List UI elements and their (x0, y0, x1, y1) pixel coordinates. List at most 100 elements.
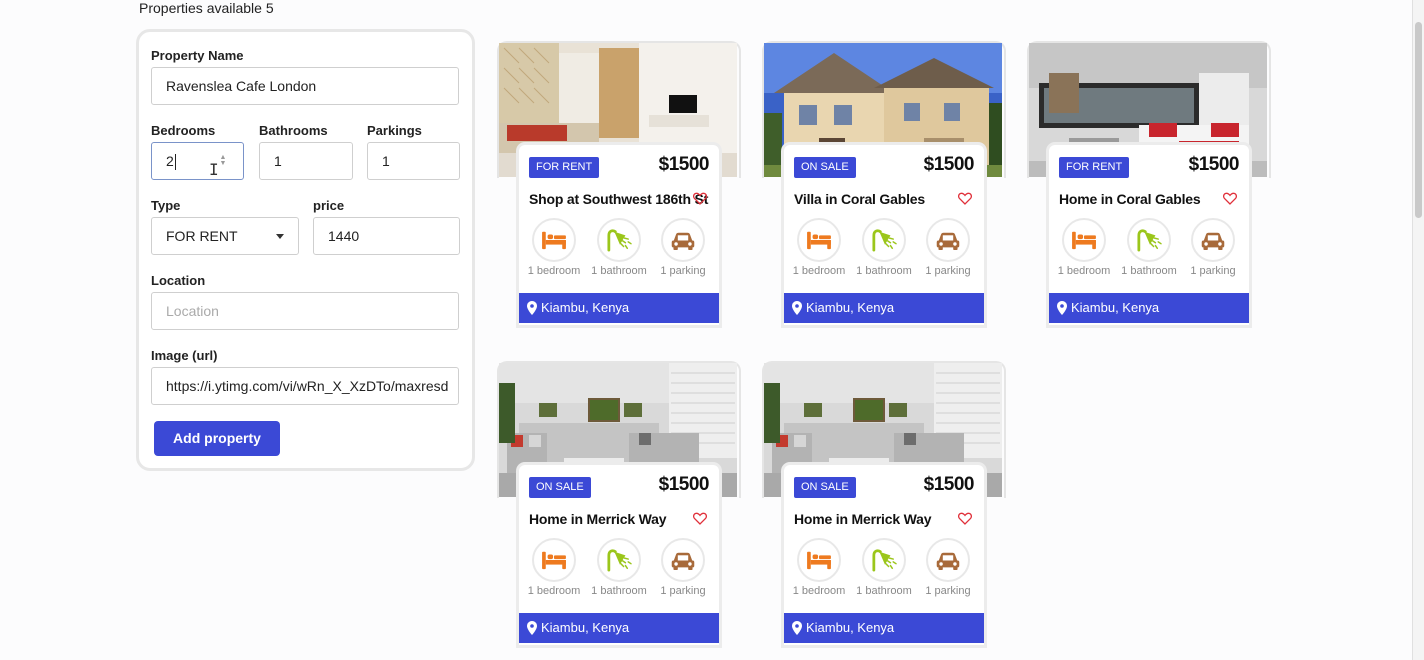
listing-type-badge: ON SALE (794, 157, 856, 178)
bedroom-count: 1 bedroom (527, 265, 581, 277)
add-property-form: Property Name Ravenslea Cafe London Bedr… (136, 29, 475, 471)
bedroom-feature: 1 bedroom (524, 538, 584, 597)
card-info-panel: FOR RENT $1500 Home in Coral Gables 1 be… (1049, 145, 1249, 325)
map-pin-icon (527, 621, 537, 635)
text-caret (174, 154, 176, 171)
property-card[interactable]: ON SALE $1500 Home in Merrick Way 1 bedr… (497, 361, 741, 646)
bedroom-count: 1 bedroom (527, 585, 581, 597)
parking-count: 1 parking (660, 585, 706, 597)
parking-count: 1 parking (1190, 265, 1236, 277)
card-info-panel: ON SALE $1500 Villa in Coral Gables 1 be… (784, 145, 984, 325)
bedrooms-input[interactable]: 2 I ▲ ▼ (151, 142, 244, 180)
type-label: Type (151, 198, 181, 213)
parking-feature: 1 parking (653, 538, 713, 597)
listing-type-badge: FOR RENT (1059, 157, 1130, 178)
text-cursor-icon: I (209, 160, 219, 179)
price-input[interactable]: 1440 (313, 217, 460, 255)
bedroom-feature: 1 bedroom (1054, 218, 1114, 277)
map-pin-icon (792, 301, 802, 315)
parking-feature: 1 parking (1183, 218, 1243, 277)
bed-icon (805, 229, 833, 251)
property-title[interactable]: Home in Merrick Way (794, 511, 931, 527)
bed-icon (540, 229, 568, 251)
parkings-label: Parkings (367, 123, 422, 138)
bathrooms-label: Bathrooms (259, 123, 328, 138)
property-price: $1500 (923, 474, 975, 495)
bedroom-feature: 1 bedroom (524, 218, 584, 277)
bathroom-count: 1 bathroom (856, 265, 912, 277)
card-info-panel: FOR RENT $1500 Shop at Southwest 186th S… (519, 145, 719, 325)
image-url-input[interactable]: https://i.ytimg.com/vi/wRn_X_XzDTo/maxre… (151, 367, 459, 405)
property-card[interactable]: ON SALE $1500 Villa in Coral Gables 1 be… (762, 41, 1006, 326)
property-price: $1500 (658, 474, 710, 495)
image-url-label: Image (url) (151, 348, 218, 363)
heart-icon[interactable] (693, 512, 707, 525)
property-title[interactable]: Villa in Coral Gables (794, 191, 925, 207)
card-info-panel: ON SALE $1500 Home in Merrick Way 1 bedr… (784, 465, 984, 645)
location-bar: Kiambu, Kenya (784, 293, 984, 323)
property-price: $1500 (923, 154, 975, 175)
scrollbar-thumb[interactable] (1415, 22, 1422, 218)
parkings-input[interactable]: 1 (367, 142, 460, 180)
shower-icon (605, 548, 633, 572)
bathroom-feature: 1 bathroom (854, 218, 914, 277)
property-title[interactable]: Shop at Southwest 186th St (529, 191, 708, 207)
listing-type-badge: FOR RENT (529, 157, 600, 178)
listing-type-badge: ON SALE (794, 477, 856, 498)
add-property-button[interactable]: Add property (154, 421, 280, 456)
parking-count: 1 parking (660, 265, 706, 277)
car-icon (670, 230, 696, 251)
bathroom-count: 1 bathroom (1121, 265, 1177, 277)
property-title[interactable]: Home in Merrick Way (529, 511, 666, 527)
location-bar: Kiambu, Kenya (1049, 293, 1249, 323)
property-title[interactable]: Home in Coral Gables (1059, 191, 1201, 207)
car-icon (935, 230, 961, 251)
bathroom-feature: 1 bathroom (589, 538, 649, 597)
property-name-label: Property Name (151, 48, 244, 63)
parking-feature: 1 parking (918, 538, 978, 597)
heart-icon[interactable] (1223, 192, 1237, 205)
location-input[interactable]: Location (151, 292, 459, 330)
parking-count: 1 parking (925, 265, 971, 277)
type-select[interactable]: FOR RENT (151, 217, 299, 255)
map-pin-icon (527, 301, 537, 315)
location-bar: Kiambu, Kenya (519, 293, 719, 323)
shower-icon (605, 228, 633, 252)
heart-icon[interactable] (958, 512, 972, 525)
bedroom-feature: 1 bedroom (789, 218, 849, 277)
property-price: $1500 (658, 154, 710, 175)
bathroom-count: 1 bathroom (856, 585, 912, 597)
bedroom-feature: 1 bedroom (789, 538, 849, 597)
listing-type-badge: ON SALE (529, 477, 591, 498)
bathroom-feature: 1 bathroom (589, 218, 649, 277)
heart-icon[interactable] (693, 192, 707, 205)
bed-icon (1070, 229, 1098, 251)
number-spinner-icon[interactable]: ▲ ▼ (219, 154, 227, 167)
parking-feature: 1 parking (918, 218, 978, 277)
shower-icon (870, 548, 898, 572)
property-card[interactable]: FOR RENT $1500 Shop at Southwest 186th S… (497, 41, 741, 326)
property-price: $1500 (1188, 154, 1240, 175)
location-text: Kiambu, Kenya (806, 620, 895, 635)
heart-icon[interactable] (958, 192, 972, 205)
bedroom-count: 1 bedroom (792, 585, 846, 597)
car-icon (935, 550, 961, 571)
location-bar: Kiambu, Kenya (519, 613, 719, 643)
location-label: Location (151, 273, 206, 288)
shower-icon (1135, 228, 1163, 252)
location-text: Kiambu, Kenya (541, 300, 630, 315)
location-text: Kiambu, Kenya (806, 300, 895, 315)
car-icon (1200, 230, 1226, 251)
location-text: Kiambu, Kenya (1071, 300, 1160, 315)
bedroom-count: 1 bedroom (792, 265, 846, 277)
location-text: Kiambu, Kenya (541, 620, 630, 635)
bathrooms-input[interactable]: 1 (259, 142, 353, 180)
car-icon (670, 550, 696, 571)
property-name-input[interactable]: Ravenslea Cafe London (151, 67, 459, 105)
bed-icon (805, 549, 833, 571)
property-card[interactable]: ON SALE $1500 Home in Merrick Way 1 bedr… (762, 361, 1006, 646)
parking-feature: 1 parking (653, 218, 713, 277)
property-card[interactable]: FOR RENT $1500 Home in Coral Gables 1 be… (1027, 41, 1271, 326)
page-scrollbar[interactable] (1412, 0, 1424, 660)
properties-available-count: Properties available 5 (139, 0, 274, 16)
